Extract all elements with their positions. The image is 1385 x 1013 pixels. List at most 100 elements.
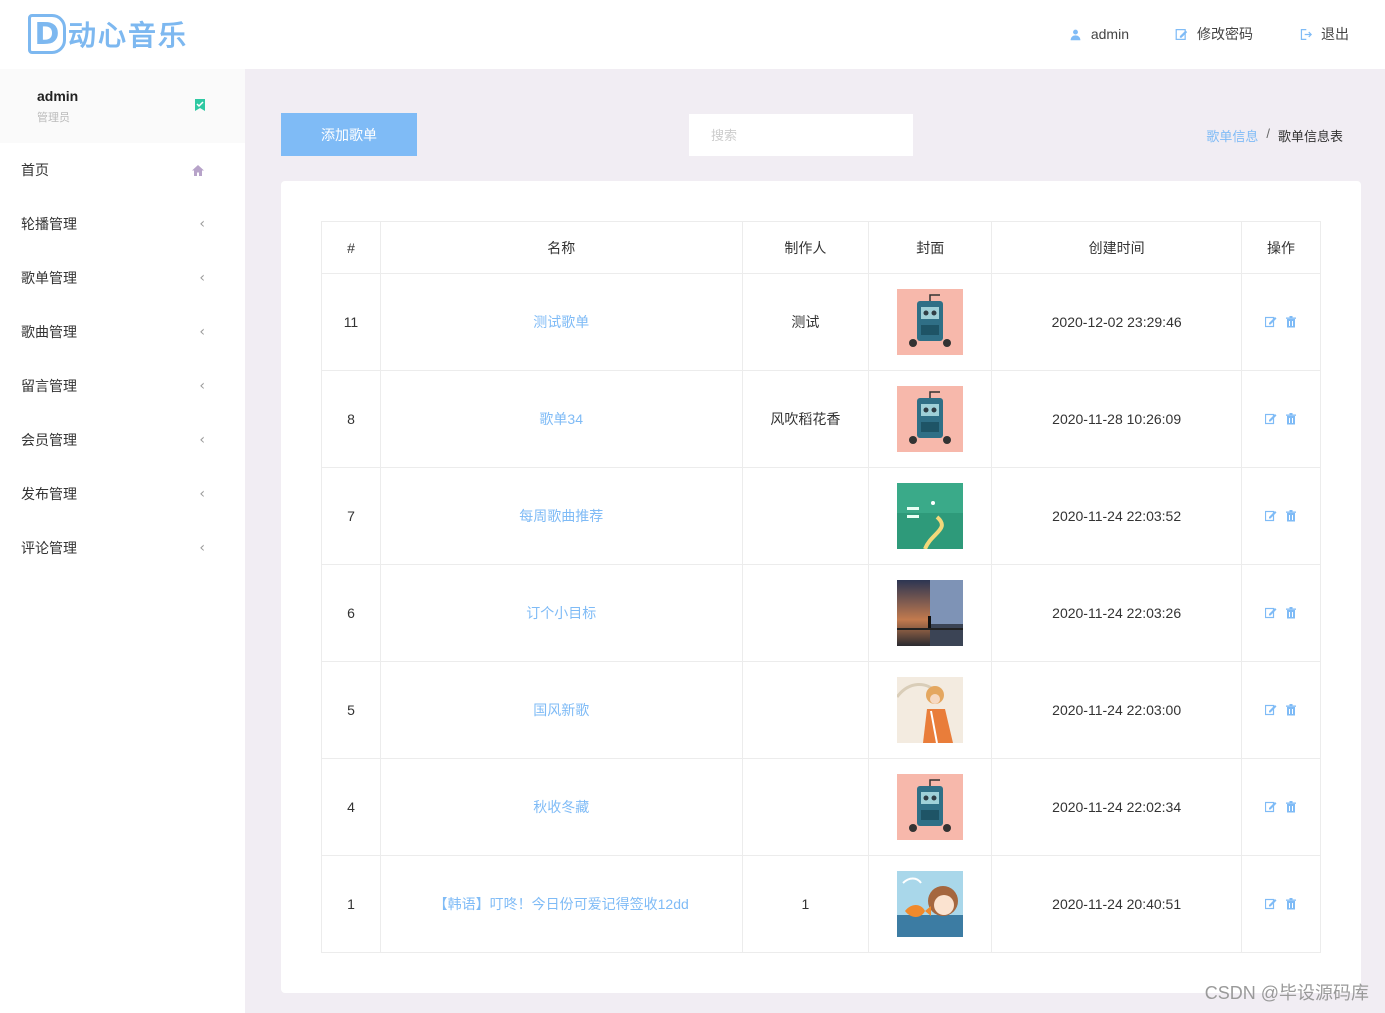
breadcrumb-current: 歌单信息表: [1277, 129, 1343, 144]
sidebar-item-songs[interactable]: 歌曲管理 ‹: [0, 305, 245, 359]
playlist-name-link[interactable]: 订个小目标: [526, 605, 596, 621]
playlist-name-link[interactable]: 歌单34: [539, 411, 583, 427]
delete-row-button[interactable]: [1285, 607, 1297, 619]
breadcrumb: 歌单信息 / 歌单信息表: [1206, 126, 1343, 145]
cell-actions: [1241, 370, 1321, 468]
cell-id: 11: [321, 273, 381, 371]
cell-name: 每周歌曲推荐: [379, 467, 743, 565]
edit-icon: [1265, 316, 1277, 328]
app-logo[interactable]: D 动心音乐: [28, 14, 188, 54]
sidebar-item-members[interactable]: 会员管理 ‹: [0, 413, 245, 467]
trash-icon: [1286, 898, 1296, 910]
cassette-cover: [897, 774, 964, 840]
sidebar-item-comments[interactable]: 评论管理 ‹: [0, 521, 245, 575]
sidebar-item-playlists[interactable]: 歌单管理 ‹: [0, 251, 245, 305]
cell-maker: 测试: [741, 273, 870, 371]
delete-row-button[interactable]: [1285, 801, 1297, 813]
chevron-left-icon: ‹: [199, 216, 205, 232]
table-row: 8 歌单34 风吹稻花香 2020-11-28 10:26:09: [321, 370, 1321, 468]
sidebar-item-publish[interactable]: 发布管理 ‹: [0, 467, 245, 521]
edit-row-button[interactable]: [1265, 898, 1277, 910]
delete-row-button[interactable]: [1285, 898, 1297, 910]
breadcrumb-parent[interactable]: 歌单信息: [1206, 126, 1258, 145]
cell-actions: [1241, 564, 1321, 662]
chevron-left-icon: ‹: [199, 378, 205, 394]
edit-row-button[interactable]: [1265, 607, 1277, 619]
sidebar-item-label: 会员管理: [21, 432, 77, 448]
header-actions: admin 修改密码 退出: [1069, 24, 1349, 44]
logout-icon: [1300, 28, 1312, 40]
column-header-maker: 制作人: [741, 221, 870, 274]
user-icon: [1070, 29, 1081, 40]
cell-cover: [868, 855, 993, 953]
chevron-left-icon: ‹: [199, 324, 205, 340]
change-password-label: 修改密码: [1197, 26, 1253, 42]
search-input[interactable]: [689, 114, 913, 156]
cell-name: 【韩语】叮咚！今日份可爱记得签收12dd: [379, 855, 743, 953]
playlist-name-link[interactable]: 秋收冬藏: [533, 799, 589, 815]
cell-cover: [868, 758, 993, 856]
sidebar-item-label: 留言管理: [21, 378, 77, 394]
column-header-id: #: [321, 221, 381, 274]
trash-icon: [1286, 801, 1296, 813]
delete-row-button[interactable]: [1285, 704, 1297, 716]
edit-icon: [1265, 704, 1277, 716]
chevron-left-icon: ‹: [199, 270, 205, 286]
edit-row-button[interactable]: [1265, 510, 1277, 522]
cell-name: 订个小目标: [379, 564, 743, 662]
playlist-name-link[interactable]: 国风新歌: [533, 702, 589, 718]
sidebar-user-role: 管理员: [37, 112, 70, 124]
logout-link[interactable]: 退出: [1299, 24, 1349, 44]
chevron-left-icon: ‹: [199, 486, 205, 502]
cell-name: 国风新歌: [379, 661, 743, 759]
edit-row-button[interactable]: [1265, 801, 1277, 813]
user-link[interactable]: admin: [1069, 24, 1129, 44]
cell-cover: [868, 661, 993, 759]
playlist-name-link[interactable]: 测试歌单: [533, 314, 589, 330]
top-header: D 动心音乐 admin 修改密码 退出: [0, 0, 1385, 69]
cell-id: 7: [321, 467, 381, 565]
delete-row-button[interactable]: [1285, 510, 1297, 522]
cell-name: 测试歌单: [379, 273, 743, 371]
cell-id: 6: [321, 564, 381, 662]
cell-id: 5: [321, 661, 381, 759]
logout-label: 退出: [1321, 26, 1349, 42]
delete-row-button[interactable]: [1285, 316, 1297, 328]
cell-actions: [1241, 273, 1321, 371]
sidebar-item-label: 发布管理: [21, 486, 77, 502]
edit-row-button[interactable]: [1265, 316, 1277, 328]
logo-text: 动心音乐: [68, 20, 189, 51]
edit-row-button[interactable]: [1265, 413, 1277, 425]
sidebar-item-carousel[interactable]: 轮播管理 ‹: [0, 197, 245, 251]
cell-id: 8: [321, 370, 381, 468]
sidebar-user-name: admin: [37, 88, 79, 104]
cell-actions: [1241, 661, 1321, 759]
edit-icon: [1265, 413, 1277, 425]
trash-icon: [1286, 607, 1296, 619]
add-playlist-button[interactable]: 添加歌单: [281, 113, 417, 156]
cell-created: 2020-11-24 22:03:00: [991, 661, 1243, 759]
cell-maker: 风吹稻花香: [741, 370, 870, 468]
cell-maker: 1: [741, 855, 870, 953]
cell-id: 1: [321, 855, 381, 953]
delete-row-button[interactable]: [1285, 413, 1297, 425]
edit-row-button[interactable]: [1265, 704, 1277, 716]
green-path-cover: [897, 483, 964, 549]
sidebar: admin 管理员 首页 轮播管理 ‹ 歌单管理 ‹ 歌曲管理 ‹ 留言管理 ‹…: [0, 69, 245, 1013]
playlist-name-link[interactable]: 【韩语】叮咚！今日份可爱记得签收12dd: [434, 896, 689, 912]
change-password-link[interactable]: 修改密码: [1175, 24, 1253, 44]
sidebar-user-box: admin 管理员: [0, 69, 245, 143]
cell-actions: [1241, 758, 1321, 856]
playlist-name-link[interactable]: 每周歌曲推荐: [519, 508, 603, 524]
cell-actions: [1241, 855, 1321, 953]
cell-id: 4: [321, 758, 381, 856]
cell-name: 秋收冬藏: [379, 758, 743, 856]
cell-cover: [868, 467, 993, 565]
table-card: # 名称 制作人 封面 创建时间 操作 11 测试歌单 测试 2020-12-0…: [281, 181, 1361, 993]
sidebar-item-home[interactable]: 首页: [0, 143, 245, 197]
cell-created: 2020-11-24 22:03:52: [991, 467, 1243, 565]
girl-umbrella-cover: [897, 677, 964, 743]
sidebar-item-label: 歌单管理: [21, 270, 77, 286]
cell-name: 歌单34: [379, 370, 743, 468]
sidebar-item-messages[interactable]: 留言管理 ‹: [0, 359, 245, 413]
